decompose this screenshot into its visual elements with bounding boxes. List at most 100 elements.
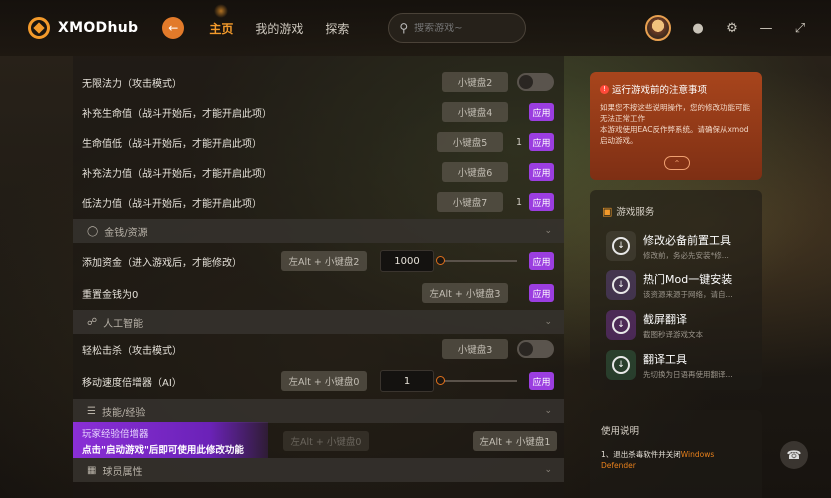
back-button[interactable]: ← bbox=[162, 17, 185, 39]
setting-row: 无限法力（攻击模式） 小键盘2 bbox=[73, 67, 564, 97]
section-label: 技能/经验 bbox=[101, 407, 146, 419]
search-input[interactable] bbox=[414, 22, 515, 34]
logo[interactable]: XMODhub bbox=[28, 17, 138, 39]
setting-label: 移动速度倍增器（AI） bbox=[82, 377, 182, 389]
circle-icon[interactable]: ● bbox=[691, 21, 705, 36]
service-name: 翻译工具 bbox=[643, 352, 687, 366]
hotkey-box[interactable]: 左Alt + 小键盘0 bbox=[281, 371, 367, 391]
apply-button[interactable]: 应用 bbox=[529, 103, 554, 121]
apply-button[interactable]: 应用 bbox=[529, 372, 554, 390]
value-input[interactable]: 1 bbox=[380, 370, 434, 392]
apply-button[interactable]: 应用 bbox=[529, 133, 554, 151]
headset-icon: ☎ bbox=[786, 448, 802, 462]
search-icon: ⚲ bbox=[399, 21, 409, 35]
download-icon: ↓ bbox=[612, 316, 630, 334]
hotkey-box[interactable]: 小键盘6 bbox=[442, 162, 508, 182]
top-bar: XMODhub ← 主页 我的游戏 探索 ⚲ ● ⚙ — ⤢ bbox=[0, 0, 831, 56]
apply-button[interactable]: 应用 bbox=[529, 193, 554, 211]
hotkey-box[interactable]: 小键盘5 bbox=[437, 132, 503, 152]
chevron-up-icon: ⌃ bbox=[673, 158, 681, 168]
search-box[interactable]: ⚲ bbox=[388, 13, 527, 43]
count-value: 1 bbox=[516, 196, 523, 208]
count-value: 1 bbox=[516, 136, 523, 148]
download-icon: ↓ bbox=[612, 237, 630, 255]
apply-button[interactable]: 应用 bbox=[529, 252, 554, 270]
service-name: 热门Mod一键安装 bbox=[643, 272, 733, 286]
value-slider[interactable] bbox=[439, 380, 517, 382]
nav-item-explore[interactable]: 探索 bbox=[325, 20, 349, 37]
setting-label: 低法力值（战斗开始后，才能开启此项） bbox=[82, 198, 262, 210]
section-ai[interactable]: ☍ 人工智能 ⌄ bbox=[73, 310, 564, 334]
nav-item-home[interactable]: 主页 bbox=[209, 3, 233, 37]
service-item[interactable]: ↓ 热门Mod一键安装 该资源来源于网络，请自... bbox=[606, 267, 756, 303]
service-desc: 修改前，务必先安装*修... bbox=[643, 250, 729, 260]
chevron-down-icon: ⌄ bbox=[544, 226, 552, 236]
hotkey-box: 左Alt + 小键盘0 bbox=[283, 431, 369, 451]
hotkey-box[interactable]: 小键盘4 bbox=[442, 102, 508, 122]
settings-icon[interactable]: ⚙ bbox=[725, 21, 739, 36]
minimize-icon[interactable]: — bbox=[759, 21, 773, 36]
hotkey-box[interactable]: 左Alt + 小键盘2 bbox=[281, 251, 367, 271]
setting-row: 轻松击杀（攻击模式） 小键盘3 bbox=[73, 334, 564, 364]
setting-label: 补充法力值（战斗开始后，才能开启此项） bbox=[82, 168, 272, 180]
chart-icon: ☰ bbox=[87, 405, 96, 417]
window-controls: ● ⚙ — ⤢ bbox=[645, 15, 807, 41]
hotkey-box[interactable]: 小键盘3 bbox=[442, 339, 508, 359]
service-item[interactable]: ↓ 翻译工具先切换为日语再使用翻译... bbox=[606, 347, 756, 383]
setting-row: 生命值低（战斗开始后，才能开启此项） 小键盘5 1 应用 bbox=[73, 127, 564, 157]
usage-item-text: 1、退出杀毒软件并关闭 bbox=[601, 450, 681, 459]
section-label: 人工智能 bbox=[103, 318, 144, 330]
setting-row: 添加资金（进入游戏后，才能修改） 左Alt + 小键盘2 1000 应用 bbox=[73, 246, 564, 276]
apply-button[interactable]: 应用 bbox=[529, 163, 554, 181]
maximize-icon[interactable]: ⤢ bbox=[793, 21, 807, 36]
section-players[interactable]: ▦ 球员属性 ⌄ bbox=[73, 458, 564, 482]
hotkey-box[interactable]: 小键盘7 bbox=[437, 192, 503, 212]
setting-row: 移动速度倍增器（AI） 左Alt + 小键盘0 1 应用 bbox=[73, 366, 564, 396]
setting-row: 补充法力值（战斗开始后，才能开启此项） 小键盘6 应用 bbox=[73, 157, 564, 187]
download-icon: ↓ bbox=[612, 276, 630, 294]
setting-row: 低法力值（战斗开始后，才能开启此项） 小键盘7 1 应用 bbox=[73, 187, 564, 217]
slider-handle[interactable] bbox=[436, 376, 445, 385]
section-label: 球员属性 bbox=[102, 466, 143, 478]
services-header: ▣ 游戏服务 bbox=[602, 204, 655, 219]
slider-handle[interactable] bbox=[436, 256, 445, 265]
section-money[interactable]: ◯ 金钱/资源 ⌄ bbox=[73, 219, 564, 243]
service-item[interactable]: ↓ 修改必备前置工具修改前，务必先安装*修... bbox=[606, 228, 756, 264]
nav-item-my-games[interactable]: 我的游戏 bbox=[255, 20, 303, 37]
service-icon-box: ↓ bbox=[606, 310, 636, 340]
service-icon-box: ↓ bbox=[606, 231, 636, 261]
chevron-down-icon: ⌄ bbox=[544, 317, 552, 327]
warning-icon: ! bbox=[600, 84, 609, 94]
logo-text: XMODhub bbox=[58, 20, 139, 36]
setting-label: 生命值低（战斗开始后，才能开启此项） bbox=[82, 138, 262, 150]
gift-icon: ▣ bbox=[602, 204, 613, 218]
usage-item: 1、退出杀毒软件并关闭Windows Defender bbox=[601, 449, 751, 471]
service-icon-box: ↓ bbox=[606, 350, 636, 380]
logo-icon bbox=[28, 17, 50, 39]
service-item[interactable]: ↓ 截屏翻译 截图秒译游戏文本 bbox=[606, 307, 756, 343]
notice-title-text: 运行游戏前的注意事项 bbox=[612, 85, 708, 96]
value-input[interactable]: 1000 bbox=[380, 250, 434, 272]
game-services-card: ▣ 游戏服务 ↓ 修改必备前置工具修改前，务必先安装*修... ↓ 热门Mod一… bbox=[590, 190, 762, 390]
chevron-down-icon: ⌄ bbox=[544, 406, 552, 416]
support-headset-button[interactable]: ☎ bbox=[780, 441, 808, 469]
value-slider[interactable] bbox=[439, 260, 517, 262]
user-avatar[interactable] bbox=[645, 15, 671, 41]
launch-required-banner: 玩家经验倍增器 点击"启动游戏"后即可使用此修改功能 bbox=[73, 422, 268, 458]
hotkey-box[interactable]: 小键盘2 bbox=[442, 72, 508, 92]
hotkey-box[interactable]: 左Alt + 小键盘3 bbox=[422, 283, 508, 303]
service-desc: 先切换为日语再使用翻译... bbox=[643, 369, 733, 379]
toggle-switch[interactable] bbox=[517, 340, 554, 358]
notice-card: ! 运行游戏前的注意事项 如果您不按这些说明操作，您的修改功能可能无法正常工作 … bbox=[590, 72, 762, 180]
service-name: 修改必备前置工具 bbox=[643, 233, 731, 247]
service-desc: 截图秒译游戏文本 bbox=[643, 329, 703, 339]
setting-label: 补充生命值（战斗开始后，才能开启此项） bbox=[82, 108, 272, 120]
money-icon: ◯ bbox=[87, 225, 99, 237]
apply-button[interactable]: 应用 bbox=[529, 284, 554, 302]
grid-icon: ▦ bbox=[87, 464, 97, 476]
services-title: 游戏服务 bbox=[616, 207, 655, 218]
section-skills[interactable]: ☰ 技能/经验 ⌄ bbox=[73, 399, 564, 423]
toggle-switch[interactable] bbox=[517, 73, 554, 91]
hotkey-box[interactable]: 左Alt + 小键盘1 bbox=[473, 431, 557, 451]
expand-button[interactable]: ⌃ bbox=[664, 156, 690, 170]
